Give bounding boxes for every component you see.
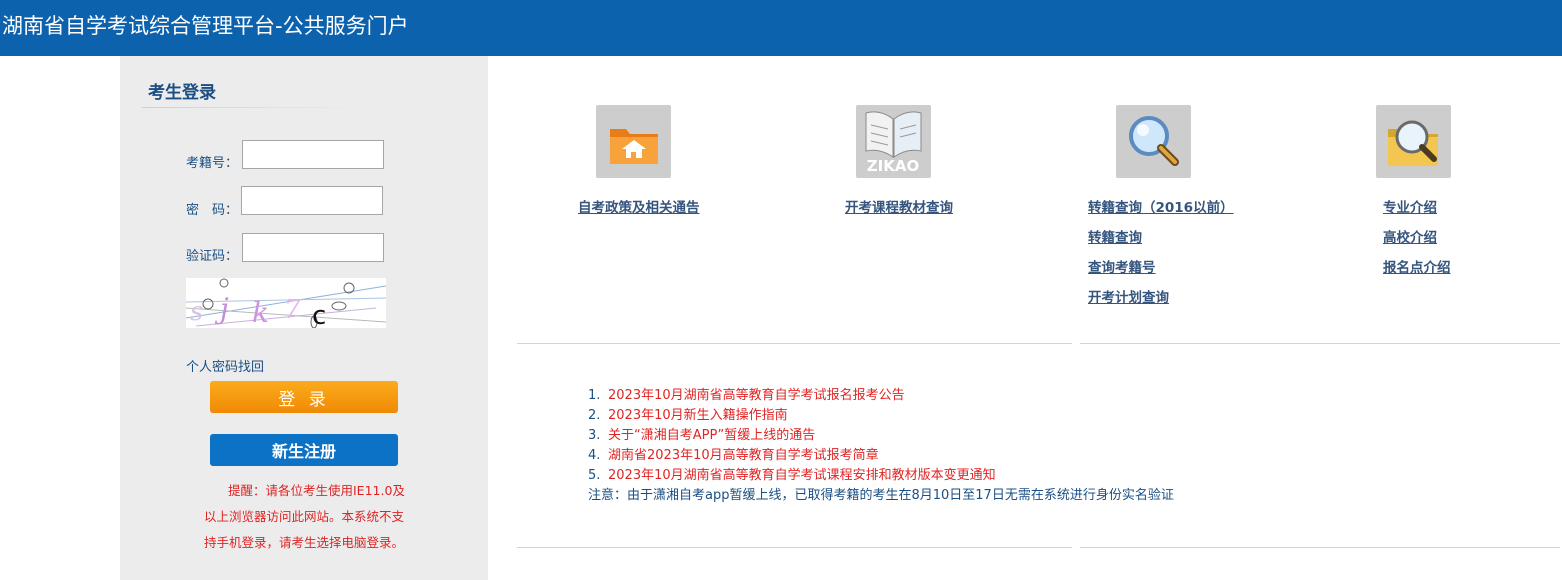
divider bbox=[1080, 343, 1560, 344]
verification-note: 注意：由于潇湘自考app暂缓上线，已取得考籍的考生在8月10日至17日无需在系统… bbox=[588, 488, 1174, 503]
svg-text:7: 7 bbox=[284, 295, 301, 325]
top-header: 湖南省自学考试综合管理平台-公共服务门户 bbox=[0, 0, 1562, 56]
captcha-input[interactable] bbox=[242, 233, 384, 262]
magnifier-icon[interactable] bbox=[1116, 105, 1191, 178]
list-item: 1. 2023年10月湖南省高等教育自学考试报名报考公告 bbox=[588, 388, 905, 403]
zikao-text: ZIKAO bbox=[867, 157, 919, 175]
list-item: 5. 2023年10月湖南省高等教育自学考试课程安排和教材版本变更通知 bbox=[588, 468, 996, 483]
registration-site-intro-link[interactable]: 报名点介绍 bbox=[1383, 256, 1451, 276]
news-list: 1. 2023年10月湖南省高等教育自学考试报名报考公告 2. 2023年10月新生… bbox=[588, 386, 1174, 506]
folder-home-icon[interactable] bbox=[596, 105, 671, 178]
folder-search-icon[interactable] bbox=[1376, 105, 1451, 178]
login-button[interactable]: 登 录 bbox=[210, 381, 398, 413]
news-link[interactable]: 2023年10月新生入籍操作指南 bbox=[608, 408, 788, 423]
course-textbook-link[interactable]: 开考课程教材查询 bbox=[845, 196, 953, 216]
news-link[interactable]: 2023年10月湖南省高等教育自学考试报名报考公告 bbox=[608, 388, 905, 403]
transfer-query-2016-link[interactable]: 转籍查询（2016以前） bbox=[1088, 196, 1234, 216]
exam-id-query-link[interactable]: 查询考籍号 bbox=[1088, 256, 1156, 276]
exam-plan-query-link[interactable]: 开考计划查询 bbox=[1088, 286, 1169, 306]
exam-id-label: 考籍号： bbox=[186, 156, 239, 171]
news-link[interactable]: 关于“潇湘自考APP”暂缓上线的通告 bbox=[608, 428, 815, 443]
news-link[interactable]: 湖南省2023年10月高等教育自学考试报考简章 bbox=[608, 448, 879, 463]
login-title: 考生登录 bbox=[148, 83, 216, 103]
exam-id-input[interactable] bbox=[242, 140, 384, 169]
password-label: 密 码： bbox=[186, 203, 239, 218]
register-button[interactable]: 新生注册 bbox=[210, 434, 398, 466]
college-intro-link[interactable]: 高校介绍 bbox=[1383, 226, 1437, 246]
divider bbox=[517, 547, 1072, 548]
news-link[interactable]: 2023年10月湖南省高等教育自学考试课程安排和教材版本变更通知 bbox=[608, 468, 996, 483]
svg-text:k: k bbox=[252, 296, 269, 328]
password-input[interactable] bbox=[241, 186, 383, 215]
captcha-label: 验证码： bbox=[186, 249, 239, 264]
svg-text:s: s bbox=[190, 297, 203, 327]
list-item: 3. 关于“潇湘自考APP”暂缓上线的通告 bbox=[588, 428, 816, 443]
browser-notice: 提醒：请各位考生使用IE11.0及以上浏览器访问此网站。本系统不支持手机登录，请… bbox=[204, 483, 405, 550]
zikao-book-icon[interactable]: ZIKAO bbox=[856, 105, 931, 178]
forgot-password-link[interactable]: 个人密码找回 bbox=[186, 356, 264, 375]
divider bbox=[1080, 547, 1560, 548]
transfer-query-link[interactable]: 转籍查询 bbox=[1088, 226, 1142, 246]
svg-text:c: c bbox=[312, 301, 326, 328]
login-panel: 考生登录 考籍号： 密 码： 验证码： s j k 7 c 个人密码找回 登 录… bbox=[120, 56, 488, 580]
page-title: 湖南省自学考试综合管理平台-公共服务门户 bbox=[2, 14, 409, 38]
policy-notice-link[interactable]: 自考政策及相关通告 bbox=[578, 196, 700, 216]
list-item: 4. 湖南省2023年10月高等教育自学考试报考简章 bbox=[588, 448, 879, 463]
login-title-divider bbox=[142, 107, 362, 108]
list-item: 2. 2023年10月新生入籍操作指南 bbox=[588, 408, 788, 423]
divider bbox=[517, 343, 1072, 344]
captcha-image[interactable]: s j k 7 c bbox=[185, 278, 387, 331]
major-intro-link[interactable]: 专业介绍 bbox=[1383, 196, 1437, 216]
